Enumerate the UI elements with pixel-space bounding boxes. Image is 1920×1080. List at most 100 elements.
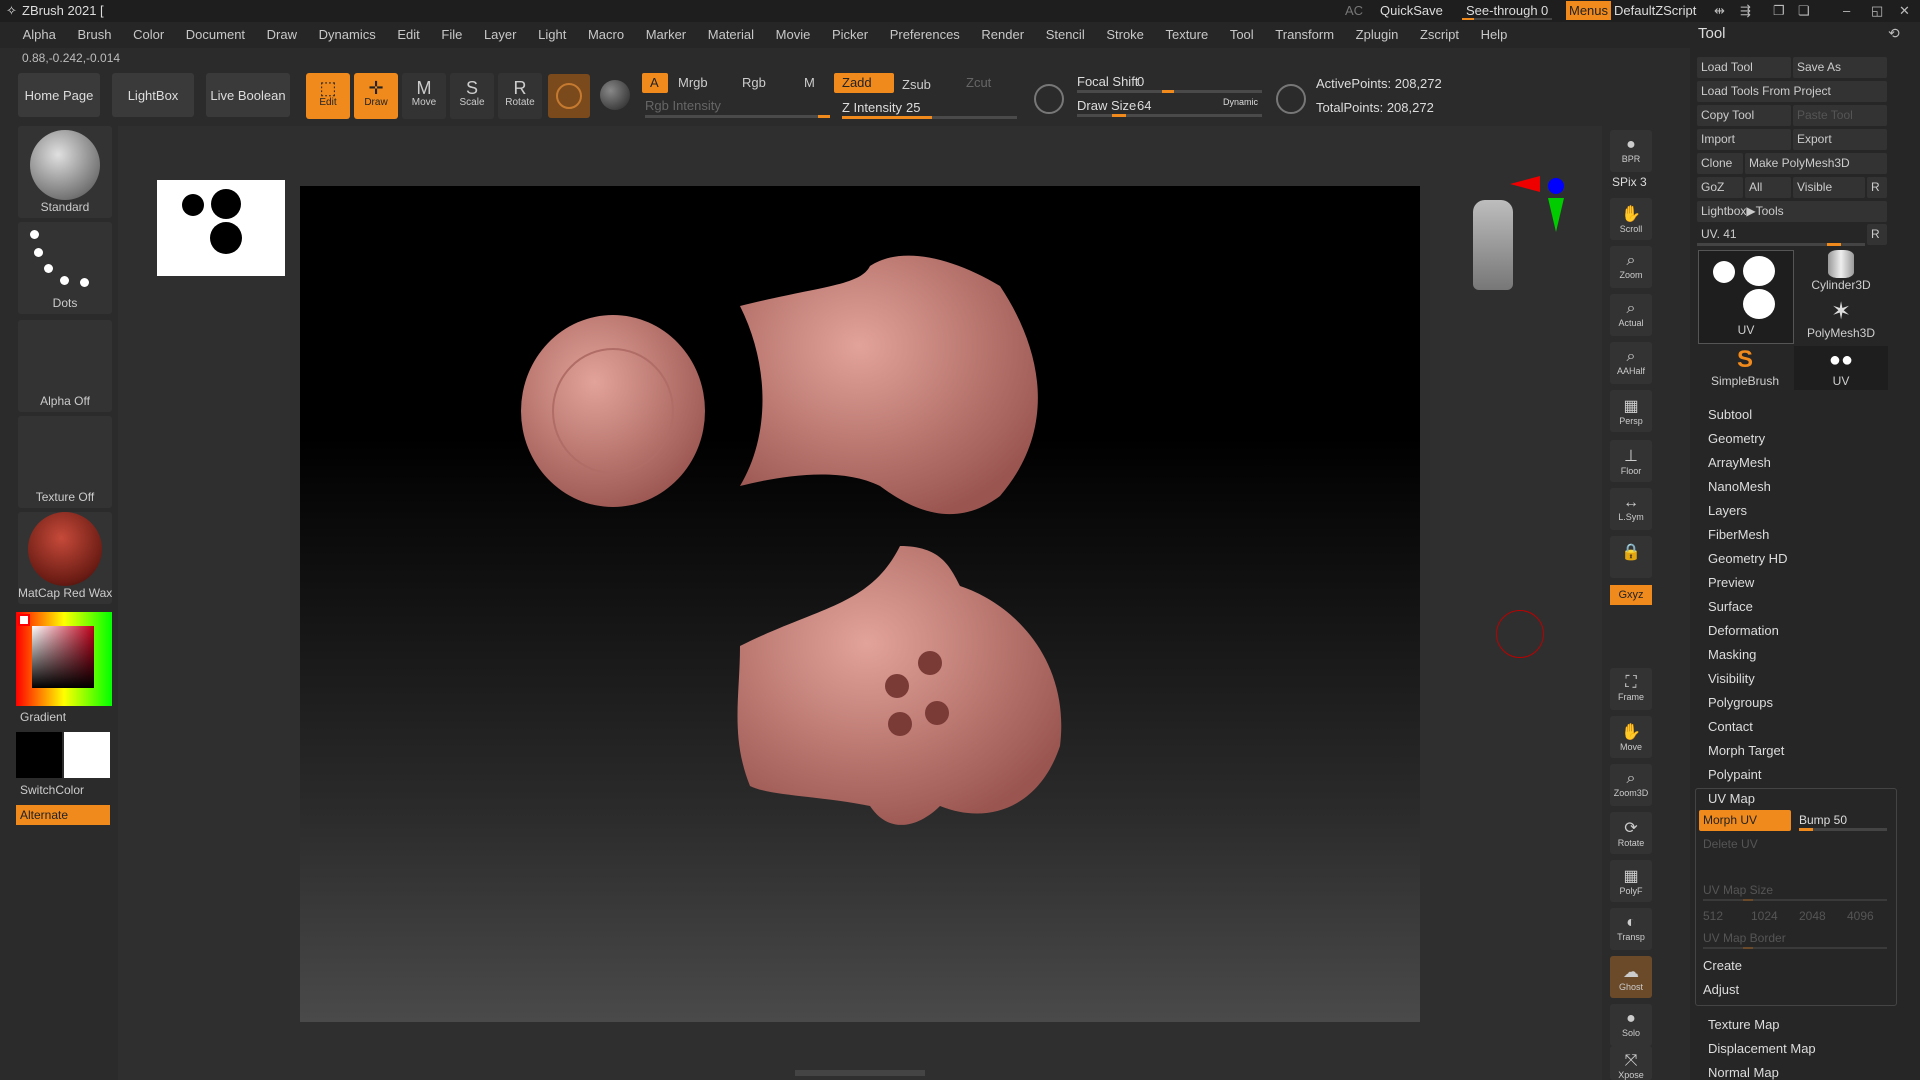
menu-brush[interactable]: Brush <box>69 22 121 42</box>
menu-color[interactable]: Color <box>124 22 173 42</box>
section-texture-map[interactable]: Texture Map <box>1708 1017 1780 1032</box>
a-toggle[interactable]: A <box>642 73 668 93</box>
zoom-button[interactable]: ⌕ Zoom <box>1610 246 1652 288</box>
menu-zplugin[interactable]: Zplugin <box>1347 22 1408 42</box>
menu-material[interactable]: Material <box>699 22 763 42</box>
goz-all-button[interactable]: All <box>1745 177 1791 198</box>
adjust-section[interactable]: Adjust <box>1703 982 1739 997</box>
tool-thumb-simplebrush[interactable]: S SimpleBrush <box>1698 346 1792 390</box>
color-sphere-icon[interactable] <box>600 80 630 110</box>
brush-selector[interactable]: Standard <box>18 126 112 218</box>
minimize-icon[interactable]: – <box>1843 3 1850 18</box>
copy-tool-button[interactable]: Copy Tool <box>1697 105 1791 126</box>
panel-reset-icon[interactable]: ⟲ <box>1888 25 1900 42</box>
menu-document[interactable]: Document <box>177 22 254 42</box>
menu-preferences[interactable]: Preferences <box>881 22 969 42</box>
size-1024[interactable]: 1024 <box>1751 909 1778 923</box>
tool-thumb-uv-active[interactable]: UV <box>1698 250 1794 344</box>
draw-button[interactable]: ✛ Draw <box>354 73 398 119</box>
bottom-tray-handle[interactable] <box>795 1070 925 1076</box>
uv-map-size-slider[interactable] <box>1703 899 1887 901</box>
goz-r-button[interactable]: R <box>1867 177 1887 198</box>
load-from-project-button[interactable]: Load Tools From Project <box>1697 81 1887 102</box>
gradient-label[interactable]: Gradient <box>20 710 66 724</box>
section-layers[interactable]: Layers <box>1708 503 1747 518</box>
secondary-color-swatch[interactable] <box>16 732 62 778</box>
menu-help[interactable]: Help <box>1472 22 1517 42</box>
m-toggle[interactable]: M <box>796 73 823 93</box>
menu-zscript[interactable]: Zscript <box>1411 22 1468 42</box>
section-geometry[interactable]: Geometry <box>1708 431 1765 446</box>
mrgb-toggle[interactable]: Mrgb <box>670 73 716 93</box>
menu-tool[interactable]: Tool <box>1221 22 1263 42</box>
rotate-button[interactable]: R Rotate <box>498 73 542 119</box>
tool-thumb-uv2[interactable]: ●● UV <box>1794 346 1888 390</box>
morph-uv-button[interactable]: Morph UV <box>1699 810 1791 831</box>
uv-r-button[interactable]: R <box>1867 224 1887 245</box>
home-page-tab[interactable]: Home Page <box>18 73 100 117</box>
size-4096[interactable]: 4096 <box>1847 909 1874 923</box>
color-picker[interactable] <box>16 612 112 706</box>
section-uv-map[interactable]: UV Map <box>1708 791 1755 806</box>
section-visibility[interactable]: Visibility <box>1708 671 1755 686</box>
create-section[interactable]: Create <box>1703 958 1742 973</box>
layout2-icon[interactable]: ⇶ <box>1740 3 1751 19</box>
primary-color-swatch[interactable] <box>64 732 110 778</box>
tool-thumb-cylinder[interactable]: Cylinder3D <box>1794 250 1888 294</box>
window2-icon[interactable]: ❏ <box>1798 3 1810 19</box>
default-zscript-button[interactable]: DefaultZScript <box>1614 3 1696 18</box>
polyf-button[interactable]: ▦ PolyF <box>1610 860 1652 902</box>
window-icon[interactable]: ❐ <box>1773 3 1785 19</box>
load-tool-button[interactable]: Load Tool <box>1697 57 1791 78</box>
switchcolor-button[interactable]: SwitchColor <box>20 783 84 797</box>
section-deformation[interactable]: Deformation <box>1708 623 1779 638</box>
save-as-button[interactable]: Save As <box>1793 57 1887 78</box>
paste-tool-button[interactable]: Paste Tool <box>1793 105 1887 126</box>
live-boolean-tab[interactable]: Live Boolean <box>206 73 290 117</box>
navigator-thumbnail[interactable] <box>157 180 285 276</box>
ghost-button[interactable]: ☁ Ghost <box>1610 956 1652 998</box>
xyz-toggle[interactable]: Gxyz <box>1610 585 1652 605</box>
material-selector[interactable]: MatCap Red Wax <box>18 512 112 604</box>
persp-button[interactable]: ▦ Persp <box>1610 390 1652 432</box>
solo-button[interactable]: ● Solo <box>1610 1004 1652 1046</box>
goz-button[interactable]: GoZ <box>1697 177 1743 198</box>
move3d-button[interactable]: ✋ Move <box>1610 716 1652 758</box>
floor-button[interactable]: ⊥ Floor <box>1610 440 1652 482</box>
bpr-button[interactable]: ● BPR <box>1610 130 1652 172</box>
uv-slider-label[interactable]: UV. 41 <box>1697 224 1865 245</box>
export-button[interactable]: Export <box>1793 129 1887 150</box>
menu-movie[interactable]: Movie <box>767 22 820 42</box>
alternate-button[interactable]: Alternate <box>16 805 110 825</box>
tool-thumb-polymesh[interactable]: ✶ PolyMesh3D <box>1794 298 1888 342</box>
size-2048[interactable]: 2048 <box>1799 909 1826 923</box>
import-button[interactable]: Import <box>1697 129 1791 150</box>
lock-button[interactable]: 🔒 <box>1610 536 1652 578</box>
section-normal-map[interactable]: Normal Map <box>1708 1065 1779 1080</box>
uv-map-border-slider[interactable] <box>1703 947 1887 949</box>
zadd-toggle[interactable]: Zadd <box>834 73 894 93</box>
see-through-slider[interactable] <box>1462 18 1552 20</box>
menu-dynamics[interactable]: Dynamics <box>310 22 385 42</box>
menu-draw[interactable]: Draw <box>258 22 306 42</box>
section-masking[interactable]: Masking <box>1708 647 1756 662</box>
dynamic-toggle[interactable]: Dynamic <box>1223 97 1258 107</box>
quicksave-button[interactable]: QuickSave <box>1380 3 1443 18</box>
rgb-intensity-slider[interactable] <box>645 115 830 118</box>
menu-render[interactable]: Render <box>972 22 1033 42</box>
section-preview[interactable]: Preview <box>1708 575 1754 590</box>
menu-file[interactable]: File <box>432 22 471 42</box>
lsym-button[interactable]: ↔ L.Sym <box>1610 488 1652 530</box>
menu-texture[interactable]: Texture <box>1157 22 1218 42</box>
menu-transform[interactable]: Transform <box>1266 22 1343 42</box>
frame-button[interactable]: ⛶ Frame <box>1610 668 1652 710</box>
menu-picker[interactable]: Picker <box>823 22 877 42</box>
transp-button[interactable]: ◐ Transp <box>1610 908 1652 950</box>
actual-button[interactable]: ⌕ Actual <box>1610 294 1652 336</box>
bump-slider[interactable] <box>1799 828 1887 831</box>
section-polypaint[interactable]: Polypaint <box>1708 767 1761 782</box>
rotate3d-button[interactable]: ⟳ Rotate <box>1610 812 1652 854</box>
material-swatch-button[interactable] <box>548 74 590 118</box>
size-512[interactable]: 512 <box>1703 909 1723 923</box>
section-morph-target[interactable]: Morph Target <box>1708 743 1784 758</box>
